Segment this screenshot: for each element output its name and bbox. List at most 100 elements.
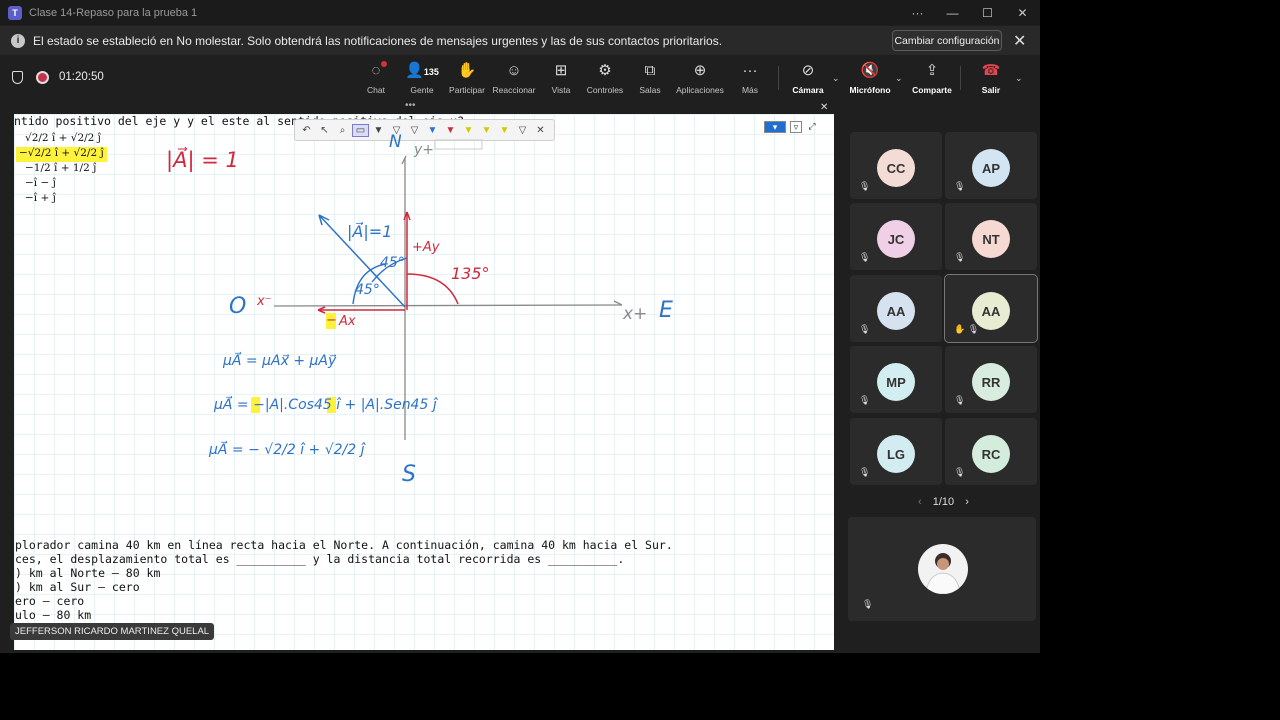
react-label: Reaccionar	[492, 85, 536, 95]
answer-line: ) km al Sur — cero	[15, 580, 140, 594]
answer-line: ero — cero	[15, 594, 85, 608]
teams-logo-icon: T	[8, 5, 22, 20]
mic-label: Micrófono	[849, 85, 891, 95]
rooms-icon: ⧉	[644, 62, 656, 79]
mic-off-icon: 🎙	[859, 395, 871, 405]
west-label: O	[229, 294, 247, 319]
call-toolbar: 01:20:50 ◌ Chat 👤135 Gente ✋ Participar …	[0, 56, 1040, 102]
camera-button[interactable]: ⊘ Cámara	[783, 61, 833, 95]
close-button[interactable]: ✕	[1005, 6, 1040, 20]
x-axis	[273, 304, 623, 307]
change-settings-button[interactable]: Cambiar configuración	[892, 30, 1002, 51]
react-button[interactable]: ☺ Reaccionar	[489, 61, 539, 95]
hand-icon: ✋	[457, 62, 477, 79]
apps-label: Aplicaciones	[676, 85, 724, 95]
camera-label: Cámara	[792, 85, 824, 95]
y-plus-label: y+	[414, 142, 435, 158]
avatar: LG	[877, 435, 915, 473]
mic-off-icon: 🔇	[860, 62, 880, 79]
more-icon: ···	[742, 62, 758, 79]
share-button[interactable]: ⇪ Comparte	[907, 61, 957, 95]
leave-button[interactable]: ☎ Salir	[966, 61, 1016, 95]
info-icon: i	[11, 33, 25, 48]
chat-button[interactable]: ◌ Chat	[351, 61, 401, 95]
window-title: Clase 14-Repaso para la prueba 1	[29, 6, 198, 19]
rooms-label: Salas	[639, 85, 661, 95]
equation-2: μA⃗ = −|A|.Cos45 ı̂ + |A|.Sen45 ȷ̂	[214, 397, 437, 413]
rooms-button[interactable]: ⧉ Salas	[625, 61, 675, 95]
smile-icon: ☺	[506, 62, 522, 79]
north-label: N	[389, 132, 402, 152]
unread-dot	[381, 61, 387, 67]
participant-tile[interactable]: RC 🎙	[945, 418, 1037, 485]
next-page-button[interactable]: ›	[965, 496, 969, 508]
chevron-down-icon[interactable]: ⌄	[832, 73, 840, 84]
x-minus-label: x⁻	[257, 294, 272, 309]
avatar: JC	[877, 220, 915, 258]
whiteboard[interactable]: ntido positivo del eje y y el este al se…	[14, 114, 834, 650]
participant-tile[interactable]: AA ✋ 🎙	[944, 274, 1038, 343]
people-label: Gente	[410, 85, 434, 95]
window-controls: ··· — ☐ ✕	[900, 0, 1040, 25]
self-view-tile[interactable]: 🎙	[848, 517, 1036, 621]
participant-tile[interactable]: LG 🎙	[850, 418, 942, 485]
phone-hangup-icon: ☎	[981, 62, 1001, 79]
chevron-down-icon[interactable]: ⌄	[1015, 73, 1023, 84]
leave-label: Salir	[981, 85, 1001, 95]
raise-hand-button[interactable]: ✋ Participar	[442, 61, 492, 95]
apps-button[interactable]: ⊕ Aplicaciones	[675, 61, 725, 95]
close-icon[interactable]: ✕	[1013, 31, 1026, 51]
more-button[interactable]: ··· Más	[725, 61, 775, 95]
participant-tile[interactable]: MP 🎙	[850, 346, 942, 413]
view-label: Vista	[551, 85, 571, 95]
mic-button[interactable]: 🔇 Micrófono	[845, 61, 895, 95]
view-button[interactable]: ⊞ Vista	[536, 61, 586, 95]
participant-tile[interactable]: AA 🎙	[850, 275, 942, 342]
gallery-pager: ‹ 1/10 ›	[918, 496, 969, 508]
shared-content-stage: ••• ✕ ntido positivo del eje y y el este…	[0, 100, 840, 653]
vector-magnitude-label: |A⃗|=1	[347, 222, 393, 241]
mic-off-icon: 🎙	[954, 252, 966, 262]
question-line: plorador camina 40 km en línea recta hac…	[15, 538, 673, 552]
x-plus-label: x+	[623, 304, 648, 324]
share-label: Comparte	[912, 85, 952, 95]
previous-page-button[interactable]: ‹	[918, 496, 922, 508]
chevron-down-icon[interactable]: ⌄	[895, 73, 903, 84]
controls-label: Controles	[586, 85, 624, 95]
drag-handle-icon[interactable]: •••	[405, 100, 416, 111]
maximize-button[interactable]: ☐	[970, 6, 1005, 20]
mic-off-icon: 🎙	[859, 324, 871, 334]
toolbar-divider	[778, 66, 779, 90]
shield-icon	[12, 71, 23, 84]
text-box-outline	[434, 139, 483, 150]
ay-label: +Ay	[412, 240, 440, 255]
hand-raised-icon: ✋ 🎙	[954, 324, 980, 334]
title-bar: T Clase 14-Repaso para la prueba 1 ··· —…	[0, 0, 1040, 25]
more-options-icon[interactable]: ···	[900, 6, 935, 20]
participant-tile[interactable]: RR 🎙	[945, 346, 1037, 413]
presenter-name-badge: JEFFERSON RICARDO MARTINEZ QUELAL	[10, 623, 215, 640]
page-indicator: 1/10	[932, 496, 955, 508]
avatar: AP	[972, 149, 1010, 187]
avatar: RR	[972, 363, 1010, 401]
close-icon[interactable]: ✕	[820, 102, 828, 113]
controls-button[interactable]: ⚙ Controles	[580, 61, 630, 95]
ax-sign: −	[326, 313, 337, 328]
grid-icon: ⊞	[554, 62, 568, 79]
recording-icon	[36, 71, 49, 84]
call-timer: 01:20:50	[59, 71, 104, 83]
people-button[interactable]: 👤135 Gente	[397, 61, 447, 95]
participant-tile[interactable]: CC 🎙	[850, 132, 942, 199]
minimize-button[interactable]: —	[935, 6, 970, 20]
participant-tile[interactable]: AP 🎙	[945, 132, 1037, 199]
angle-45-label: 45°	[380, 255, 405, 271]
avatar: CC	[877, 149, 915, 187]
avatar: MP	[877, 363, 915, 401]
participant-tile[interactable]: JC 🎙	[850, 203, 942, 270]
controls-icon: ⚙	[598, 62, 612, 79]
equation-1: μA⃗ = μAx⃗ + μAy⃗	[223, 353, 337, 369]
people-count: 135	[423, 67, 439, 77]
camera-off-icon: ⊘	[801, 62, 815, 79]
participant-tile[interactable]: NT 🎙	[945, 203, 1037, 270]
more-label: Más	[741, 85, 759, 95]
